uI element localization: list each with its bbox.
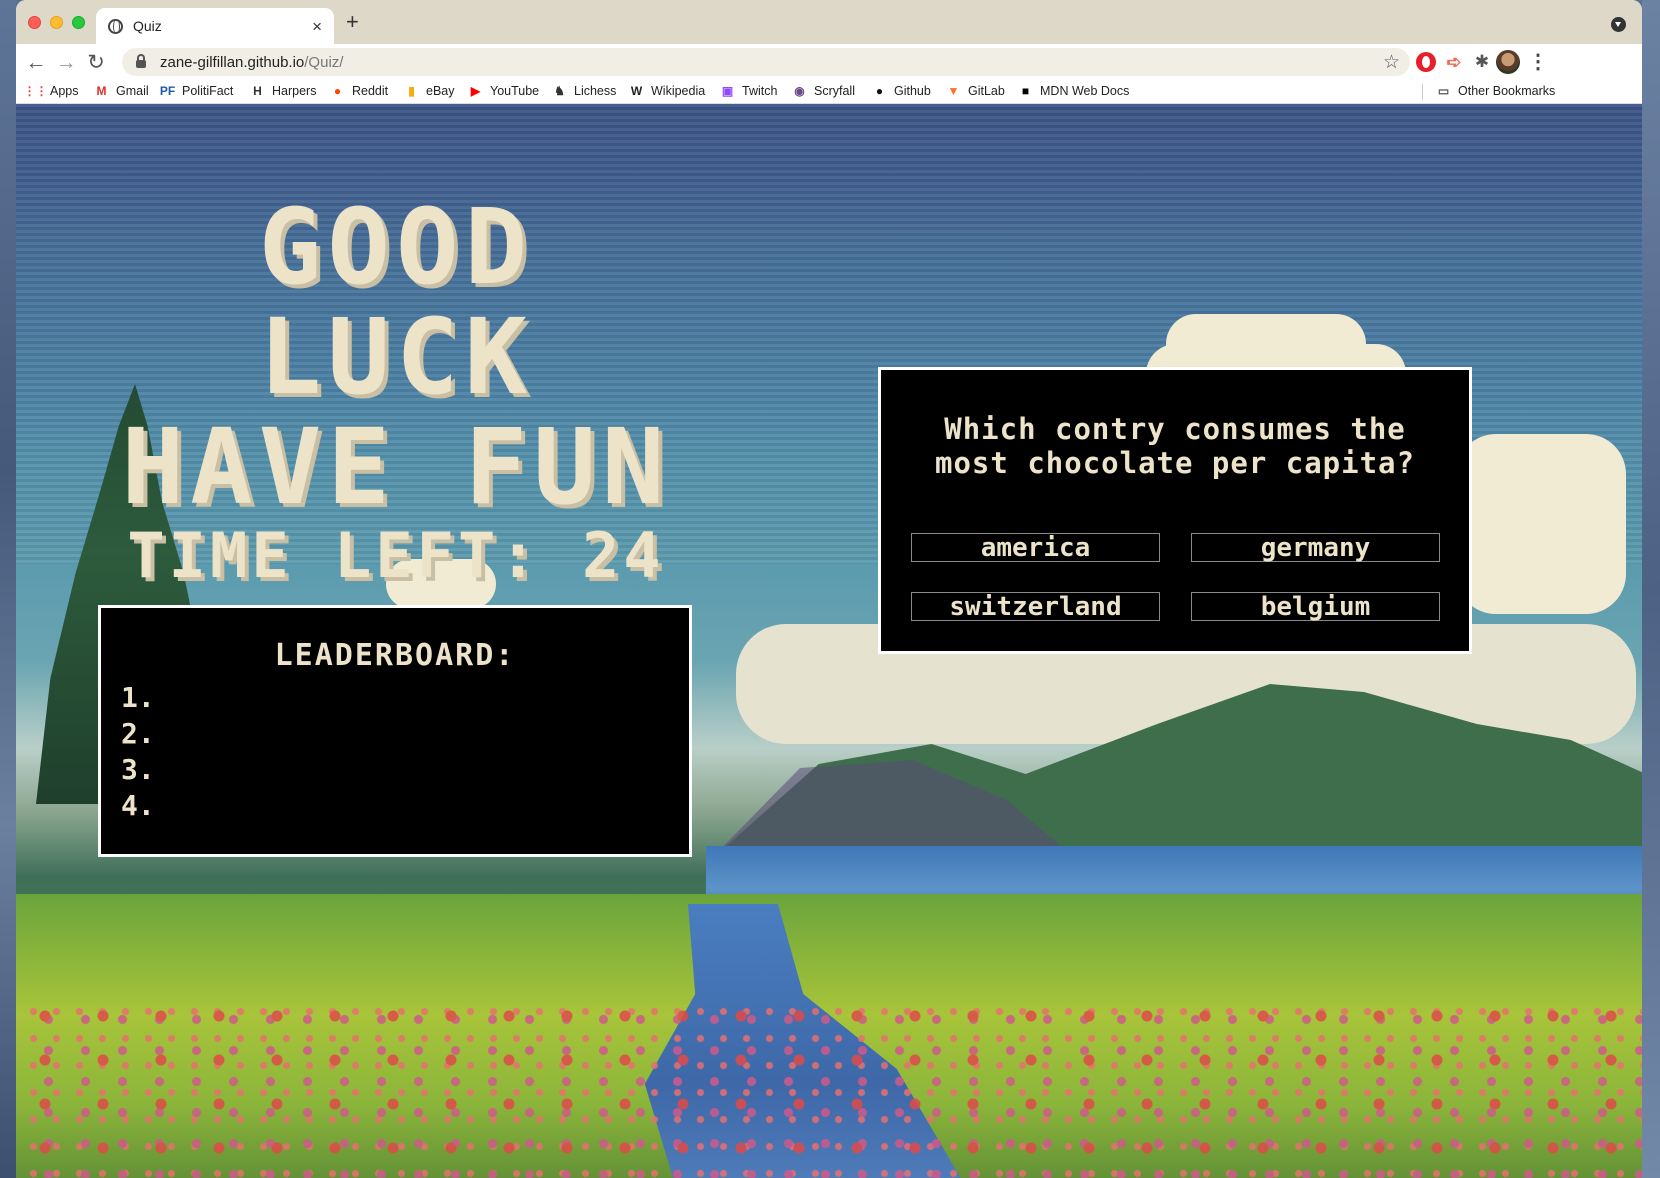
gmail-icon: M — [96, 83, 107, 98]
bookmark-gmail[interactable]: M Gmail — [94, 83, 149, 98]
twitch-icon: ▣ — [721, 83, 734, 98]
wikipedia-icon: W — [630, 83, 643, 98]
quiz-page: GOOD LUCK HAVE FUN TIME LEFT: 24 LEADERB… — [16, 104, 1642, 1178]
bookmark-label: eBay — [426, 83, 455, 98]
close-window-button[interactable] — [28, 16, 41, 29]
leaderboard-entry: 1. — [121, 681, 155, 714]
bookmark-lichess[interactable]: ♞ Lichess — [552, 83, 616, 98]
bookmark-gitlab[interactable]: ▼ GitLab — [946, 83, 1005, 98]
bookmarks-bar: ⋮⋮ Apps M Gmail PF PolitiFact H Harpers ● Reddit ▮… — [16, 80, 1642, 104]
window-controls — [28, 16, 85, 29]
desktop-wallpaper-left — [0, 0, 16, 1178]
bookmark-twitch[interactable]: ▣ Twitch — [720, 83, 778, 98]
reload-button[interactable]: ↻ — [84, 50, 108, 74]
cloud — [1166, 314, 1366, 374]
leaderboard-title: LEADERBOARD: — [274, 638, 516, 673]
reddit-icon: ● — [333, 83, 342, 98]
bookmark-scryfall[interactable]: ◉ Scryfall — [792, 83, 855, 98]
bookmark-label: Reddit — [352, 83, 389, 98]
bookmark-ebay[interactable]: ▮ eBay — [404, 83, 455, 98]
browser-window: Quiz × + ← → ↻ zane-gilfillan.github.io /… — [16, 0, 1642, 1178]
address-bar[interactable]: zane-gilfillan.github.io/Quiz/ ☆ — [122, 48, 1410, 76]
bookmark-label: Wikipedia — [651, 83, 706, 98]
bookmark-github[interactable]: ● Github — [872, 83, 931, 98]
browser-menu-icon[interactable]: ⋮ — [1528, 50, 1548, 74]
bookmark-apps[interactable]: ⋮⋮ Apps — [23, 83, 79, 98]
tab-title: Quiz — [133, 18, 162, 34]
tab-quiz[interactable]: Quiz × — [96, 8, 334, 44]
close-tab-icon[interactable]: × — [312, 18, 322, 35]
headline-good: GOOD — [258, 186, 534, 308]
answer-button-belgium[interactable]: belgium — [1191, 592, 1440, 621]
timer: TIME LEFT: 24 — [36, 524, 756, 588]
toolbar: ← → ↻ zane-gilfillan.github.io/Quiz/ ☆ ➪… — [16, 44, 1642, 80]
bookmark-label: YouTube — [490, 83, 540, 98]
timer-value: 24 — [581, 519, 665, 592]
url-path: /Quiz/ — [304, 53, 344, 71]
bookmark-label: Twitch — [742, 83, 778, 98]
flower-field — [16, 994, 1642, 1178]
maximize-window-button[interactable] — [72, 16, 85, 29]
apps-grid-icon: ⋮⋮ — [23, 83, 48, 98]
lock-icon — [136, 54, 146, 68]
tab-search-icon[interactable] — [1611, 17, 1626, 32]
question-panel: Which contry consumes the most chocolate… — [878, 367, 1472, 654]
cloud — [1456, 434, 1626, 614]
answer-button-america[interactable]: america — [911, 533, 1160, 562]
profile-avatar[interactable] — [1496, 50, 1520, 74]
bookmark-label: Scryfall — [814, 83, 855, 98]
desktop-wallpaper-right — [1642, 0, 1660, 1178]
headline: GOOD LUCK HAVE FUN TIME LEFT: 24 — [36, 192, 756, 588]
bookmark-label: Gmail — [116, 83, 149, 98]
bookmarks-separator — [1422, 84, 1423, 100]
bookmark-label: Apps — [50, 83, 79, 98]
bookmark-harpers[interactable]: H Harpers — [250, 83, 316, 98]
new-tab-button[interactable]: + — [346, 11, 359, 33]
leaderboard-entry: 2. — [121, 717, 155, 750]
scryfall-icon: ◉ — [794, 83, 805, 98]
bookmark-label: MDN Web Docs — [1040, 83, 1130, 98]
bookmark-label: PolitiFact — [182, 83, 234, 98]
headline-have-fun: HAVE FUN — [121, 406, 671, 528]
leaderboard-panel: LEADERBOARD: 1. 2. 3. 4. — [98, 605, 692, 857]
leaderboard-entry: 4. — [121, 789, 155, 822]
bookmark-label: Harpers — [272, 83, 317, 98]
back-button[interactable]: ← — [24, 50, 48, 74]
answer-button-switzerland[interactable]: switzerland — [911, 592, 1160, 621]
bookmark-label: GitLab — [968, 83, 1005, 98]
gitlab-icon: ▼ — [947, 83, 960, 98]
youtube-icon: ▶ — [470, 83, 481, 98]
leaderboard-list: 1. 2. 3. 4. — [121, 680, 155, 824]
harpers-icon: H — [253, 83, 262, 98]
forward-button[interactable]: → — [54, 50, 78, 74]
bookmark-other-bookmarks[interactable]: ▭ Other Bookmarks — [1436, 83, 1555, 98]
politifact-icon: PF — [159, 83, 176, 98]
question-text: Which contry consumes the most chocolate… — [935, 412, 1415, 480]
headline-luck: LUCK — [258, 296, 534, 418]
bookmark-mdn-web-docs[interactable]: ■ MDN Web Docs — [1018, 83, 1130, 98]
leaderboard-entry: 3. — [121, 753, 155, 786]
mdn-icon: ■ — [1021, 83, 1030, 98]
url-host: zane-gilfillan.github.io — [160, 53, 305, 71]
tab-strip: Quiz × + — [16, 0, 1642, 44]
lichess-icon: ♞ — [554, 83, 565, 98]
github-icon: ● — [875, 83, 884, 98]
minimize-window-button[interactable] — [50, 16, 63, 29]
arrow-extension-icon[interactable]: ➪ — [1444, 52, 1464, 72]
bookmark-star-icon[interactable]: ☆ — [1383, 51, 1400, 74]
bookmark-label: Lichess — [574, 83, 617, 98]
bookmark-wikipedia[interactable]: W Wikipedia — [629, 83, 705, 98]
extensions-puzzle-icon[interactable]: ✱ — [1472, 52, 1492, 72]
bookmark-youtube[interactable]: ▶ YouTube — [468, 83, 539, 98]
bookmark-politifact[interactable]: PF PolitiFact — [159, 83, 234, 98]
ebay-icon: ▮ — [408, 83, 415, 98]
opera-extension-icon[interactable] — [1416, 52, 1436, 72]
globe-icon — [108, 18, 123, 34]
answer-button-germany[interactable]: germany — [1191, 533, 1440, 562]
bookmark-label: Other Bookmarks — [1458, 83, 1556, 98]
bookmark-label: Github — [894, 83, 931, 98]
bookmark-reddit[interactable]: ● Reddit — [330, 83, 388, 98]
timer-label: TIME LEFT: — [127, 519, 541, 592]
folder-icon: ▭ — [1437, 83, 1450, 98]
